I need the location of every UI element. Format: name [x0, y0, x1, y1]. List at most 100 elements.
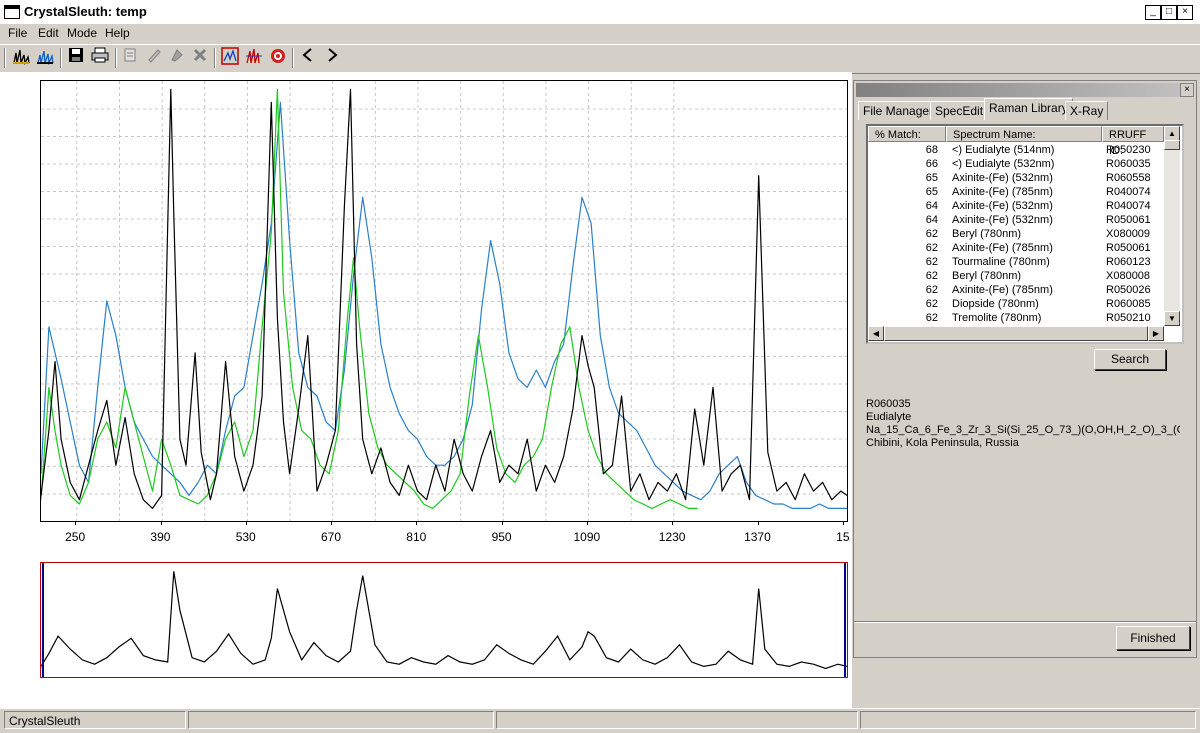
menu-file[interactable]: File: [8, 26, 27, 40]
selected-mineral-name: Eudialyte: [866, 411, 912, 423]
forward-arrow-icon[interactable]: [322, 47, 342, 67]
x-tick-mark: [757, 521, 759, 525]
spectrum-icon[interactable]: [11, 47, 31, 67]
peaks-icon[interactable]: [244, 47, 264, 67]
rruff-id: R050061: [1106, 214, 1151, 226]
app-icon[interactable]: [4, 5, 20, 19]
match-percent: 64: [925, 214, 938, 226]
copy-icon[interactable]: [120, 47, 140, 67]
match-percent: 62: [925, 270, 938, 282]
spectrum-name: Axinite-(Fe) (785nm): [952, 284, 1053, 296]
toolbar: [0, 44, 1200, 74]
list-item[interactable]: 64 Axinite-(Fe) (532nm) R050061: [868, 213, 1164, 227]
list-vertical-scrollbar[interactable]: ▲ ▼: [1164, 126, 1180, 326]
x-tick-label: 1090: [573, 530, 601, 544]
panel-close-icon[interactable]: ×: [1180, 83, 1194, 97]
search-button[interactable]: Search: [1094, 349, 1166, 370]
column-header-rruff-id[interactable]: RRUFF ID:: [1102, 126, 1164, 157]
scroll-up-icon[interactable]: ▲: [1164, 126, 1180, 141]
spectrum-name: Tremolite (780nm): [952, 312, 1042, 324]
x-tick-label: 15: [836, 530, 850, 544]
finished-button[interactable]: Finished: [1116, 626, 1190, 650]
window-title: CrystalSleuth: temp: [24, 4, 147, 19]
close-icon[interactable]: ×: [1177, 5, 1193, 20]
list-item[interactable]: 62 Beryl (780nm) X080009: [868, 227, 1164, 241]
list-item[interactable]: 62 Diopside (780nm) R060085: [868, 297, 1164, 311]
match-percent: 68: [925, 144, 938, 156]
rruff-id: R040074: [1106, 186, 1151, 198]
x-tick-mark: [75, 521, 77, 525]
list-item[interactable]: 64 Axinite-(Fe) (532nm) R040074: [868, 199, 1164, 213]
menu-help[interactable]: Help: [105, 26, 130, 40]
spectrum-line-green: [40, 88, 698, 509]
x-tick-mark: [416, 521, 418, 525]
right-panel: × File Manager SpecEdit Raman Library X-…: [853, 80, 1197, 658]
status-pane-2: [188, 711, 494, 729]
column-header-match[interactable]: % Match:: [868, 126, 946, 142]
x-tick-label: 530: [235, 530, 256, 544]
match-percent: 62: [925, 312, 938, 324]
x-tick-label: 250: [65, 530, 86, 544]
x-tick-label: 1230: [658, 530, 686, 544]
spectrum-name: Axinite-(Fe) (785nm): [952, 242, 1053, 254]
spectrum-chart[interactable]: [40, 81, 848, 521]
tab-file-manager[interactable]: File Manager: [858, 101, 939, 120]
status-pane-app: CrystalSleuth: [4, 711, 186, 729]
overview-spectrum-plot[interactable]: [40, 562, 848, 678]
spectrum-name: Diopside (780nm): [952, 298, 1039, 310]
list-item[interactable]: 65 Axinite-(Fe) (532nm) R060558: [868, 171, 1164, 185]
match-list[interactable]: % Match: Spectrum Name: RRUFF ID: 68 <) E…: [866, 124, 1184, 344]
print-icon[interactable]: [90, 47, 110, 67]
h-scroll-thumb[interactable]: [884, 326, 1148, 341]
overview-chart[interactable]: [40, 563, 848, 677]
column-header-name[interactable]: Spectrum Name:: [946, 126, 1102, 142]
match-percent: 62: [925, 256, 938, 268]
match-percent: 65: [925, 172, 938, 184]
list-item[interactable]: 62 Axinite-(Fe) (785nm) R050026: [868, 283, 1164, 297]
scroll-thumb[interactable]: [1164, 140, 1180, 150]
scroll-right-icon[interactable]: ▶: [1148, 326, 1164, 341]
menu-mode[interactable]: Mode: [67, 26, 97, 40]
target-icon[interactable]: [268, 47, 288, 67]
list-item[interactable]: 66 <) Eudialyte (532nm) R060035: [868, 157, 1164, 171]
back-arrow-icon[interactable]: [298, 47, 318, 67]
list-item[interactable]: 68 <) Eudialyte (514nm) R050230: [868, 143, 1164, 157]
list-horizontal-scrollbar[interactable]: ◀ ▶: [868, 326, 1164, 341]
list-item[interactable]: 62 Tremolite (780nm) R050210: [868, 311, 1164, 325]
rruff-id: R050026: [1106, 284, 1151, 296]
status-pane-4: [860, 711, 1196, 729]
x-tick-label: 810: [406, 530, 427, 544]
rruff-id: R060123: [1106, 256, 1151, 268]
scroll-down-icon[interactable]: ▼: [1164, 311, 1180, 326]
rruff-id: X080009: [1106, 228, 1151, 240]
minimize-icon[interactable]: _: [1145, 5, 1161, 20]
fit-icon[interactable]: [220, 47, 240, 67]
rruff-id: R060035: [1106, 158, 1151, 170]
main-spectrum-plot[interactable]: [40, 80, 848, 522]
menu-edit[interactable]: Edit: [38, 26, 59, 40]
spectrum-multi-icon[interactable]: [35, 47, 55, 67]
measure-icon[interactable]: [167, 47, 187, 67]
tab-x-ray[interactable]: X-Ray: [1065, 101, 1109, 120]
x-tick-label: 950: [491, 530, 512, 544]
rruff-id: R050230: [1106, 144, 1151, 156]
selected-locality: Chibini, Kola Peninsula, Russia: [866, 437, 1019, 449]
list-item[interactable]: 62 Beryl (780nm) X080008: [868, 269, 1164, 283]
list-item[interactable]: 62 Tourmaline (780nm) R060123: [868, 255, 1164, 269]
list-item[interactable]: 65 Axinite-(Fe) (785nm) R040074: [868, 185, 1164, 199]
scroll-left-icon[interactable]: ◀: [868, 326, 884, 341]
match-percent: 64: [925, 200, 938, 212]
spectrum-name: Tourmaline (780nm): [952, 256, 1050, 268]
save-icon[interactable]: [66, 47, 86, 67]
tab-raman-library[interactable]: Raman Library: [984, 98, 1073, 120]
maximize-icon[interactable]: □: [1161, 5, 1177, 20]
delete-icon[interactable]: [190, 47, 210, 67]
rruff-id: R050061: [1106, 242, 1151, 254]
x-tick-label: 390: [150, 530, 171, 544]
match-percent: 62: [925, 298, 938, 310]
title-bar: CrystalSleuth: temp _ □ ×: [0, 0, 1200, 25]
edit-icon[interactable]: [144, 47, 164, 67]
tab-specedit[interactable]: SpecEdit: [930, 101, 989, 120]
list-item[interactable]: 62 Axinite-(Fe) (785nm) R050061: [868, 241, 1164, 255]
x-tick-mark: [842, 521, 844, 525]
